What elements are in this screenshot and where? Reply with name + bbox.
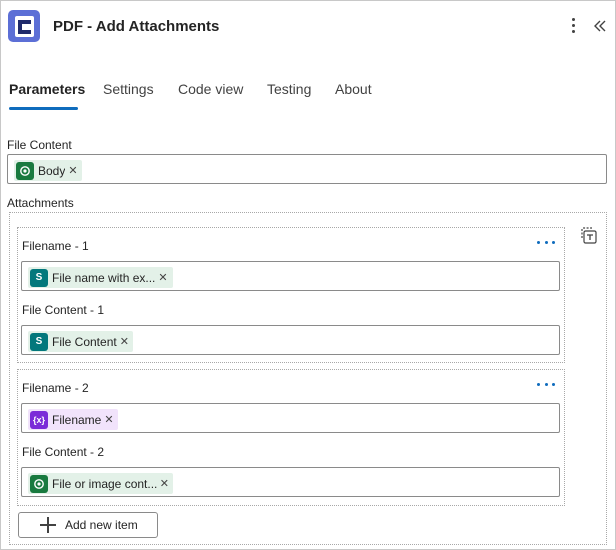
remove-token-icon[interactable]: ✕ [104,413,113,426]
file-content-2-label: File Content - 2 [22,445,105,459]
token-label: Filename [52,412,102,427]
tab-code-view[interactable]: Code view [178,81,243,97]
active-tab-indicator [9,107,78,110]
variable-filename-token[interactable]: {x} Filename ✕ [28,409,118,430]
token-label: File or image cont... [52,476,157,491]
plus-icon [39,516,57,534]
remove-token-icon[interactable]: ✕ [68,164,77,177]
sharepoint-icon: S [30,332,48,351]
attachments-label: Attachments [7,196,74,210]
add-new-item-label: Add new item [65,518,138,532]
item-2-more-icon[interactable] [537,379,555,389]
filename-2-field[interactable]: {x} Filename ✕ [21,403,560,433]
remove-token-icon[interactable]: ✕ [120,335,129,348]
file-content-2-field[interactable]: File or image cont... ✕ [21,467,560,497]
dataverse-content-token[interactable]: File or image cont... ✕ [28,473,173,494]
variable-icon: {x} [30,410,48,429]
sharepoint-filename-token[interactable]: S File name with ex... ✕ [28,267,173,288]
filename-1-label: Filename - 1 [22,239,89,253]
file-content-label: File Content [7,138,72,152]
file-content-field[interactable]: Body ✕ [7,154,607,184]
switch-to-text-mode-icon[interactable] [579,225,599,245]
tab-parameters[interactable]: Parameters [9,81,85,97]
pdf-connector-icon [8,10,40,42]
double-chevron-left-icon[interactable] [593,15,611,37]
tab-testing[interactable]: Testing [267,81,311,97]
file-content-1-label: File Content - 1 [22,303,105,317]
sharepoint-content-token[interactable]: S File Content ✕ [28,331,133,352]
filename-1-field[interactable]: S File name with ex... ✕ [21,261,560,291]
body-token[interactable]: Body ✕ [14,160,82,181]
remove-token-icon[interactable]: ✕ [158,271,167,284]
item-1-more-icon[interactable] [537,237,555,247]
filename-2-label: Filename - 2 [22,381,89,395]
dataverse-icon [16,161,34,180]
more-vertical-icon[interactable] [567,15,579,37]
dataverse-icon [30,474,48,493]
action-panel: PDF - Add Attachments Parameters Setting… [0,0,616,550]
token-label: File Content [52,334,117,349]
sharepoint-icon: S [30,268,48,287]
tab-settings[interactable]: Settings [103,81,154,97]
remove-token-icon[interactable]: ✕ [160,477,169,490]
token-label: Body [38,163,66,178]
token-label: File name with ex... [52,270,156,285]
file-content-1-field[interactable]: S File Content ✕ [21,325,560,355]
add-new-item-button[interactable]: Add new item [18,512,158,538]
panel-title: PDF - Add Attachments [53,18,220,35]
tab-about[interactable]: About [335,81,372,97]
